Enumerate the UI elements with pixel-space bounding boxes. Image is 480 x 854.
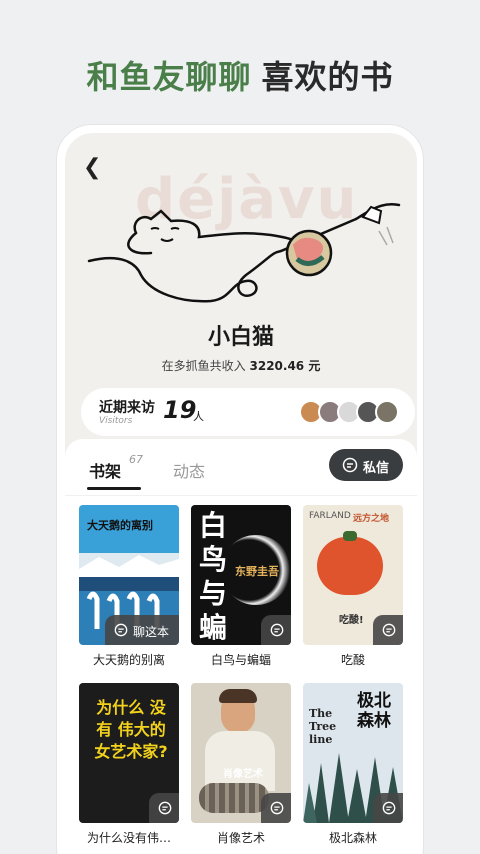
chat-bubble-icon (382, 623, 396, 637)
cover-title: 肖像艺术 (223, 769, 263, 780)
book-title[interactable]: 大天鹅的别离 (69, 651, 189, 668)
book-title[interactable]: 极北森林 (293, 829, 413, 846)
income-prefix: 在多抓鱼共收入 (161, 359, 246, 373)
cover-brand: FARLAND (309, 511, 351, 521)
visitors-unit: 人 (193, 410, 204, 423)
chat-about-book-button[interactable] (149, 793, 179, 823)
cover-author: 东野圭吾 (235, 565, 279, 578)
visitor-avatars[interactable] (299, 400, 399, 424)
chat-bubble-icon (114, 623, 128, 637)
book-cover[interactable]: 为什么 没有 伟大的 女艺术家? (79, 683, 179, 823)
chat-bubble-icon (158, 801, 172, 815)
chat-about-book-button[interactable] (261, 793, 291, 823)
tomato-illustration (317, 537, 383, 595)
phone-frame: ❮ déjàvu 小白猫 在多抓鱼共收入 3220.46 元 近期来访 Visi… (56, 124, 424, 854)
cover-title: 极北 森林 (357, 691, 391, 731)
portrait-body (205, 731, 275, 791)
portrait-cat (199, 783, 269, 813)
divider (65, 495, 417, 496)
cover-title: 为什么 没有 伟大的 女艺术家? (94, 698, 168, 761)
private-message-button[interactable]: 私信 (329, 449, 403, 481)
book-title[interactable]: 为什么没有伟… (69, 829, 189, 846)
username: 小白猫 (207, 325, 274, 350)
tab-bookshelf[interactable]: 书架 (89, 458, 121, 482)
portrait-hair (219, 689, 257, 703)
tab-active-indicator (87, 487, 141, 490)
book-cover[interactable]: The Tree line 极北 森林 (303, 683, 403, 823)
avatar (375, 400, 399, 424)
bookshelf-count: 67 (129, 453, 143, 466)
headline: 和鱼友聊聊 喜欢的书 (0, 52, 480, 98)
chat-about-book-button[interactable] (373, 615, 403, 645)
book-title[interactable]: 肖像艺术 (181, 829, 301, 846)
chat-about-book-button[interactable] (261, 615, 291, 645)
cover-english-title: The Tree line (309, 707, 337, 746)
visitors-count: 19 (163, 396, 197, 424)
book-title[interactable]: 吃酸 (293, 651, 413, 668)
chat-bubble-icon (382, 801, 396, 815)
tab-moments[interactable]: 动态 (173, 458, 205, 482)
headline-part2: 喜欢的书 (261, 58, 394, 96)
book-cover[interactable]: 肖像艺术 (191, 683, 291, 823)
tomato-stem (343, 531, 357, 541)
visitors-subtitle: Visitors (99, 416, 133, 426)
cover-series: 远方之地 (353, 514, 390, 524)
chat-bubble-icon (270, 623, 284, 637)
bookshelf-panel: 书架 67 动态 私信 大天鹅的离别 聊这本 大天鹅的别离 白 鸟 与 蝙 东野… (65, 439, 417, 854)
cover-title: 吃酸! (339, 615, 364, 626)
book-cover[interactable]: 大天鹅的离别 聊这本 (79, 505, 179, 645)
income-summary: 在多抓鱼共收入 3220.46 元 (65, 357, 417, 374)
cover-title: 大天鹅的离别 (87, 519, 153, 532)
headline-part1: 和鱼友聊聊 (86, 58, 252, 96)
private-message-label: 私信 (363, 461, 390, 476)
back-icon[interactable]: ❮ (83, 155, 101, 180)
income-amount: 3220.46 元 (249, 359, 321, 373)
chat-about-book-button[interactable]: 聊这本 (105, 615, 179, 645)
chat-bubble-icon (270, 801, 284, 815)
cat-doodle-illustration (87, 202, 401, 303)
chat-about-book-button[interactable] (373, 793, 403, 823)
book-cover[interactable]: FARLAND 远方之地 吃酸! (303, 505, 403, 645)
visitors-card[interactable]: 近期来访 Visitors 19 人 (81, 388, 415, 436)
visitors-title: 近期来访 (99, 400, 155, 416)
book-cover[interactable]: 白 鸟 与 蝙 蝠 东野圭吾 (191, 505, 291, 645)
chat-bubble-icon (342, 457, 358, 473)
chat-about-book-label: 聊这本 (133, 625, 170, 639)
book-title[interactable]: 白鸟与蝙蝠 (181, 651, 301, 668)
